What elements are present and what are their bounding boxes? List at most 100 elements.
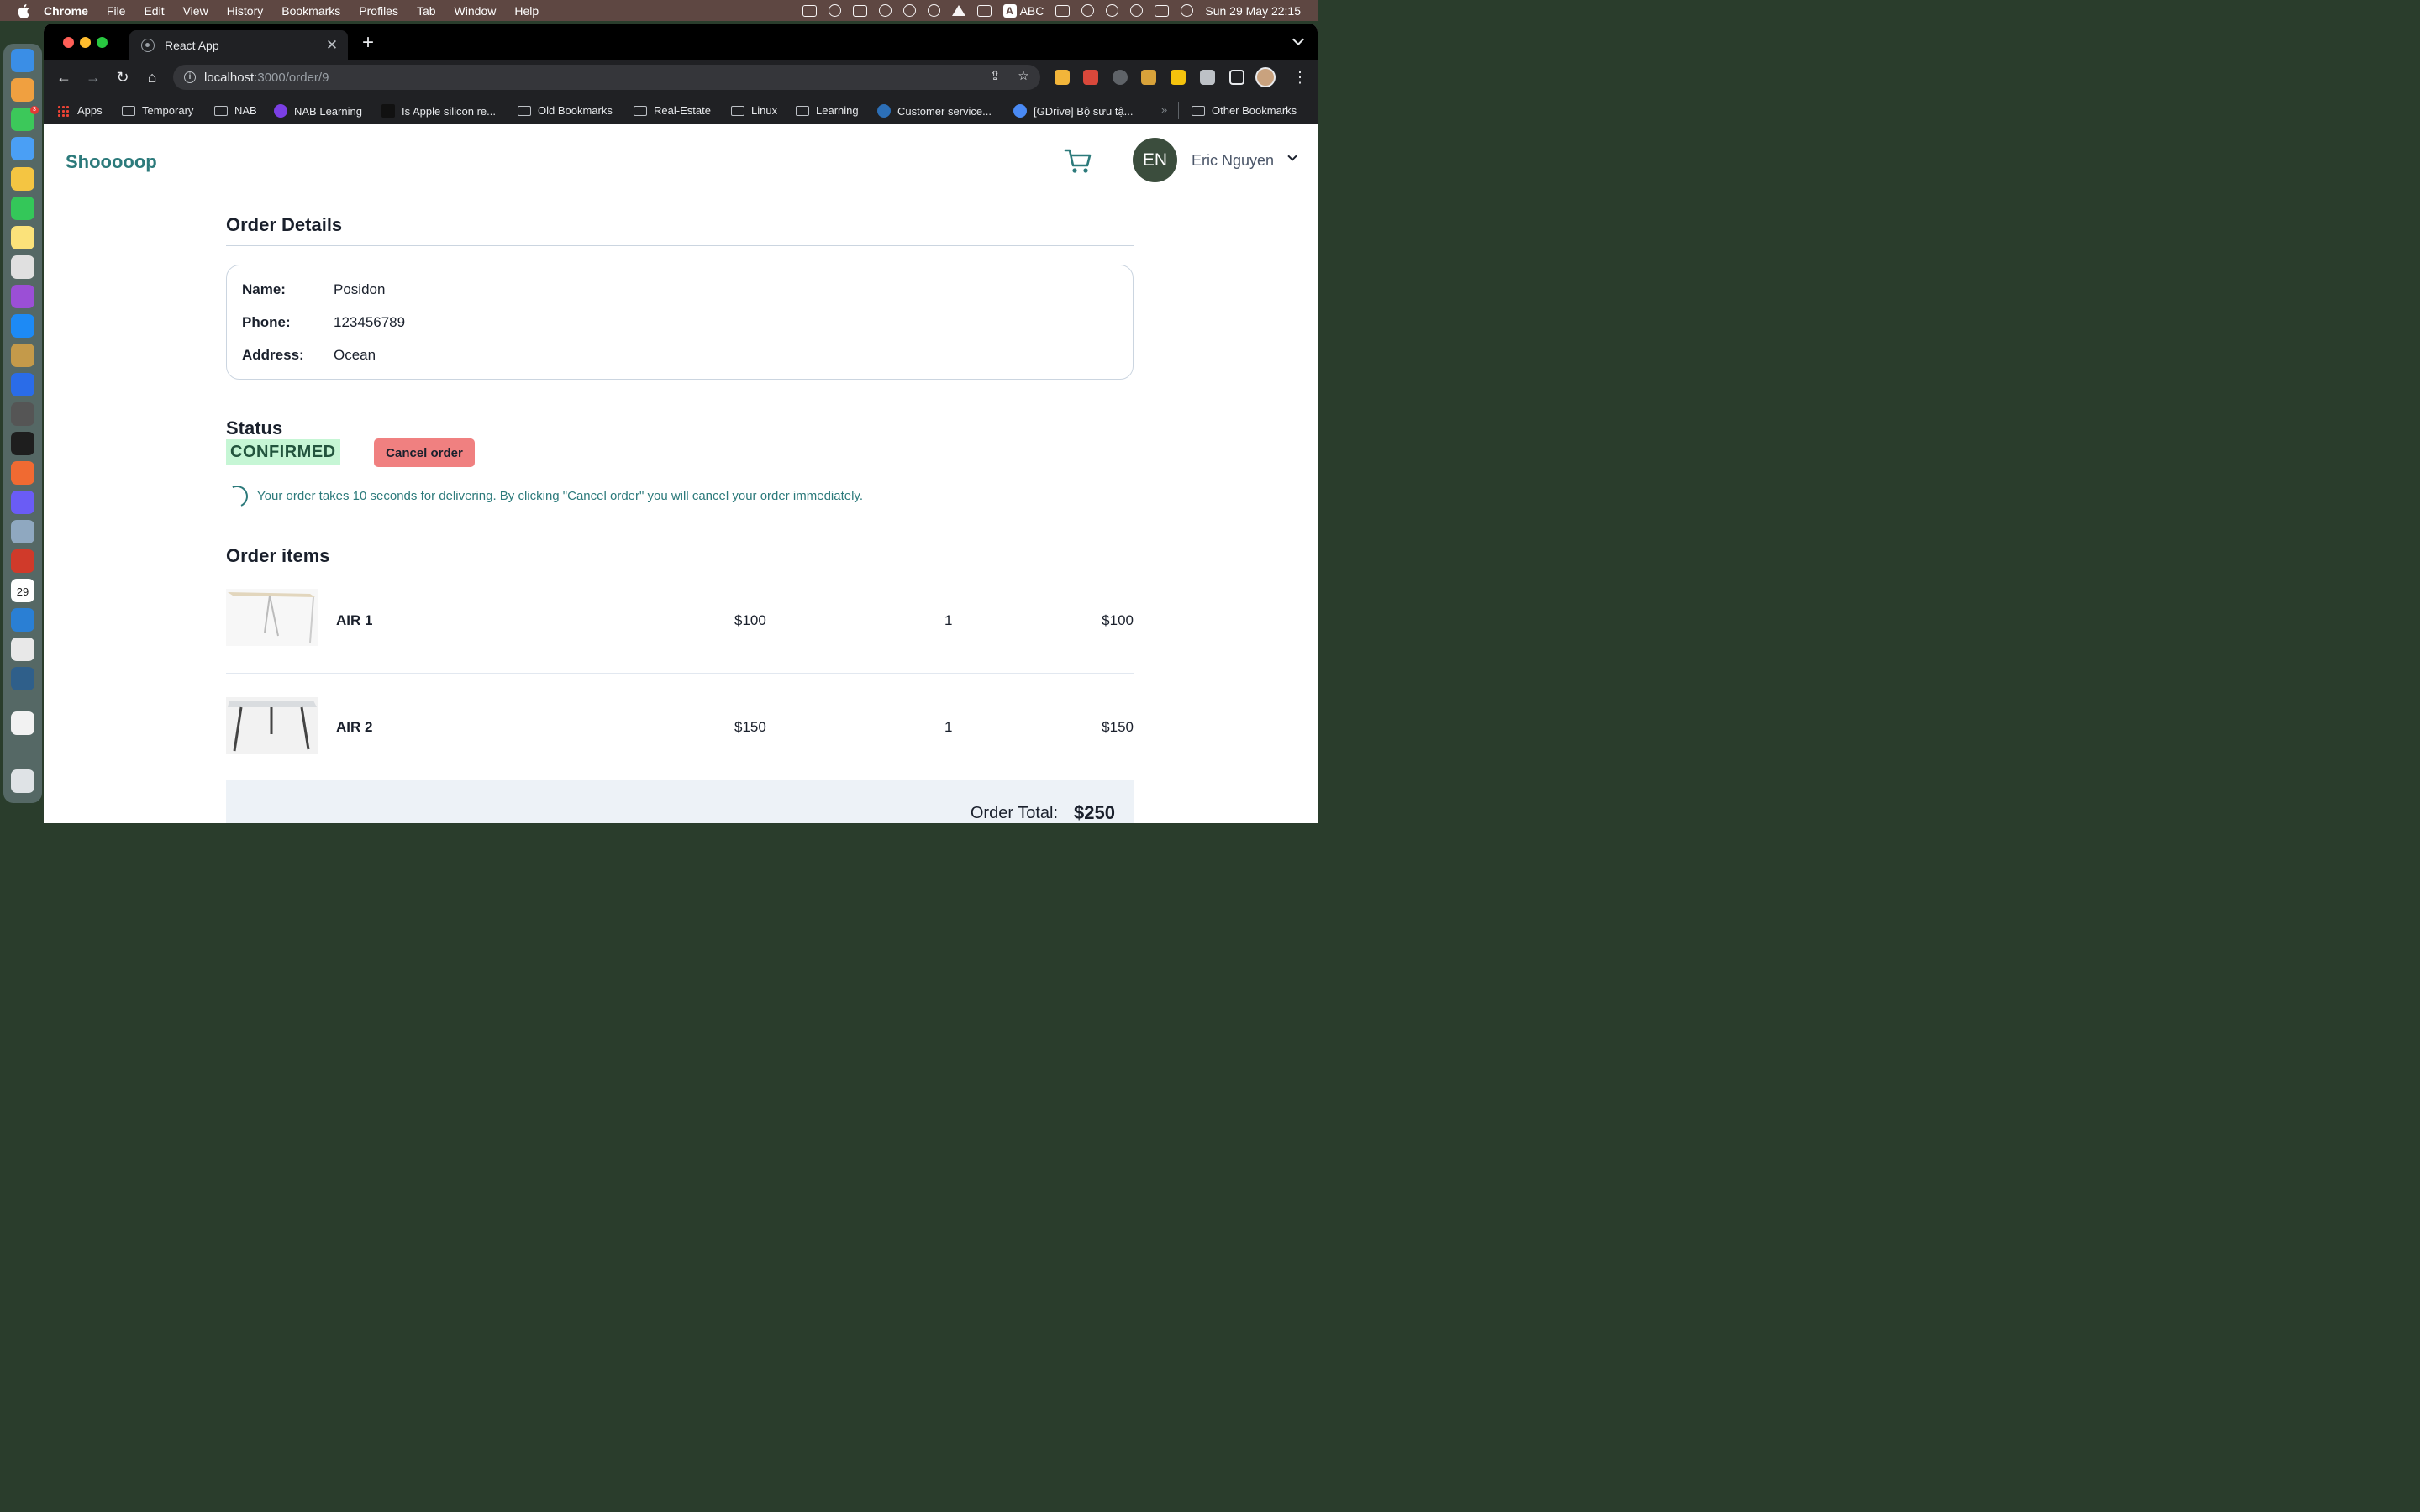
bookmark-learning[interactable]: Learning [796,104,859,117]
menu-history[interactable]: History [227,4,264,18]
extension-yellow-icon[interactable] [1171,70,1186,85]
launchpad-icon[interactable] [11,78,34,102]
notes-icon[interactable] [11,226,34,249]
extension-image-icon[interactable] [1141,70,1156,85]
menu-view[interactable]: View [183,4,208,18]
bookmark-apple-silicon[interactable]: Is Apple silicon re... [381,104,496,118]
finder-icon[interactable] [11,49,34,72]
mail-icon[interactable] [11,137,34,160]
archive-icon[interactable] [11,344,34,367]
messenger-icon[interactable] [11,491,34,514]
pen-icon[interactable] [11,461,34,485]
bookmark-nab-learning[interactable]: NAB Learning [274,104,362,118]
folder-icon [634,105,647,116]
wifi-icon[interactable] [1081,4,1095,17]
bookmark-gdrive[interactable]: [GDrive] Bộ sưu tậ... [1013,104,1134,118]
bookmark-other-bookmarks[interactable]: Other Bookmarks [1192,104,1297,117]
drive-icon[interactable] [802,4,817,17]
back-icon[interactable]: ← [55,68,73,87]
app-store-icon[interactable] [11,314,34,338]
menu-file[interactable]: File [107,4,126,18]
spotlight-icon[interactable] [1130,4,1144,17]
new-tab-button[interactable]: + [360,33,376,53]
apple-icon[interactable] [17,3,32,18]
share-icon[interactable]: ⇪ [988,70,1002,83]
volume-icon[interactable] [951,5,965,16]
input-source[interactable]: A ABC [1002,3,1044,18]
bluetooth-icon[interactable] [976,4,992,17]
apps-grid-icon [57,104,69,117]
zalo-icon[interactable] [11,373,34,396]
siri-icon[interactable] [1181,4,1194,17]
bookmark-apps[interactable]: Apps [57,104,103,117]
document-icon[interactable] [11,711,34,735]
bookmark-temporary[interactable]: Temporary [122,104,193,117]
menu-help[interactable]: Help [514,4,539,18]
gdrive-favicon [1013,104,1027,118]
close-window-button[interactable] [63,37,74,48]
tab-react-app[interactable]: React App ✕ [129,30,348,60]
user-avatar[interactable]: EN [1133,138,1177,182]
menu-tab[interactable]: Tab [417,4,436,18]
extension-red-icon[interactable] [1083,70,1098,85]
reload-icon[interactable]: ↻ [113,68,132,87]
vscode-icon[interactable] [11,608,34,632]
side-panel-icon[interactable] [1229,70,1244,85]
shopping-cart-icon[interactable] [1064,148,1092,175]
bookmark-linux[interactable]: Linux [731,104,777,117]
grammarly-icon[interactable] [878,4,892,17]
chrome-icon[interactable] [11,255,34,279]
user-name[interactable]: Eric Nguyen [1192,152,1274,170]
star-app-icon[interactable] [11,549,34,573]
extension-notes-icon[interactable] [1055,70,1070,85]
mysql-workbench-icon[interactable] [11,667,34,690]
chevron-down-icon[interactable] [1287,151,1297,161]
docker-icon[interactable] [852,4,867,17]
user-icon[interactable] [1106,4,1119,17]
preview-icon[interactable] [11,520,34,543]
facetime-icon[interactable] [11,197,34,220]
bookmark-real-estate[interactable]: Real-Estate [634,104,711,117]
utility-icon[interactable] [11,402,34,426]
control-center-icon[interactable] [1155,4,1170,17]
accessibility-icon[interactable] [927,4,940,17]
home-icon[interactable]: ⌂ [143,68,161,87]
menu-window[interactable]: Window [455,4,497,18]
battery-icon[interactable] [1055,4,1071,17]
bookmark-star-icon[interactable]: ☆ [1017,70,1030,83]
brand-logo[interactable]: Shooooop [66,151,157,173]
menu-edit[interactable]: Edit [144,4,164,18]
menu-app-name[interactable]: Chrome [44,4,88,18]
bookmarks-bar: Apps Temporary NAB NAB Learning Is Apple… [44,94,1318,128]
textedit-icon[interactable] [11,638,34,661]
menubar-clock[interactable]: Sun 29 May 22:15 [1205,4,1301,18]
zoom-window-button[interactable] [97,37,108,48]
tab-search-chevron-icon[interactable] [1292,33,1305,46]
cancel-order-button[interactable]: Cancel order [374,438,475,467]
podcasts-icon[interactable] [11,285,34,308]
extensions-puzzle-icon[interactable] [1200,70,1215,85]
chrome-menu-icon[interactable]: ⋮ [1292,69,1307,86]
terminal-icon[interactable] [11,432,34,455]
menu-bookmarks[interactable]: Bookmarks [281,4,340,18]
calendar-icon[interactable]: 29 [11,579,34,602]
tab-close-icon[interactable]: ✕ [324,37,339,54]
profile-avatar-icon[interactable] [1255,67,1276,87]
react-icon [141,39,155,52]
menu-profiles[interactable]: Profiles [359,4,398,18]
extension-target-icon[interactable] [1113,70,1128,85]
address-bar[interactable]: i localhost :3000/order/9 ⇪ ☆ [173,65,1040,90]
forward-icon[interactable]: → [84,68,103,87]
bookmark-label: Learning [816,104,859,117]
bookmarks-overflow-icon[interactable]: » [1161,103,1167,116]
minimize-window-button[interactable] [80,37,91,48]
trash-icon[interactable] [11,769,34,793]
contrast-icon[interactable] [828,4,841,17]
site-info-icon[interactable]: i [184,71,196,83]
bookmark-customer-service[interactable]: Customer service... [877,104,992,118]
bookmark-nab[interactable]: NAB [214,104,257,117]
photos-icon[interactable] [11,167,34,191]
play-icon[interactable] [902,4,916,17]
bookmark-old-bookmarks[interactable]: Old Bookmarks [518,104,613,117]
status-badge: CONFIRMED [226,439,340,465]
